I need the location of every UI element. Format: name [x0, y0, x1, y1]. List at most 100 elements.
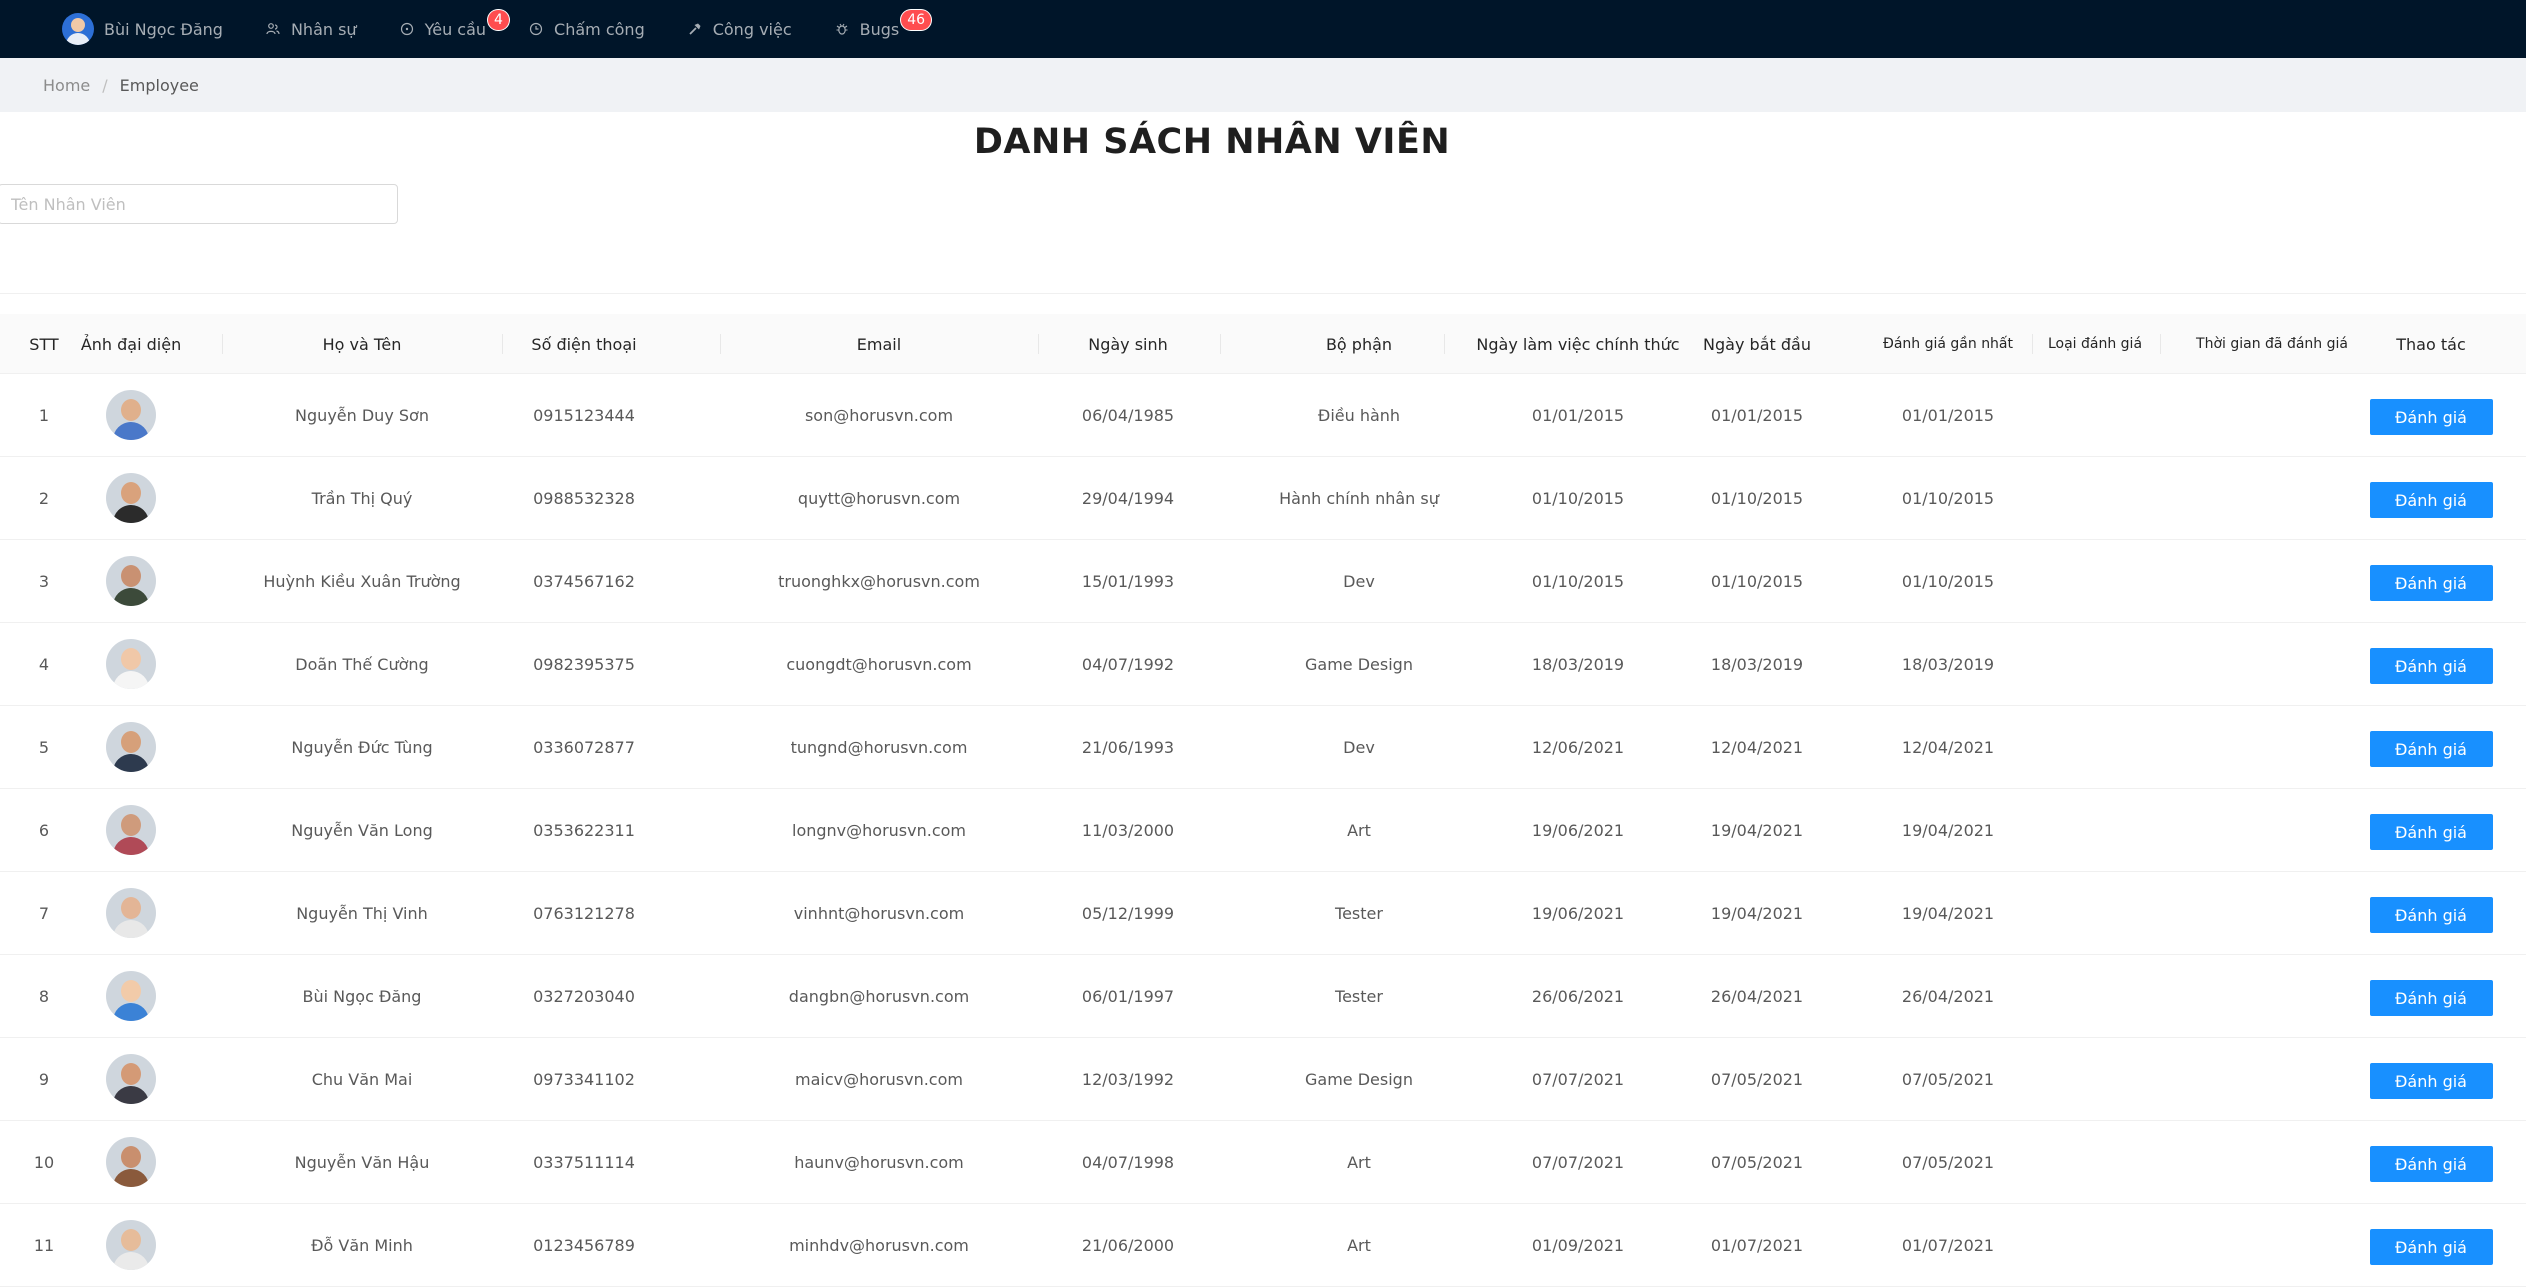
column-header-dob: Ngày sinh	[1088, 334, 1168, 354]
column-header-stt: STT	[29, 334, 59, 354]
cell-review-time	[2176, 706, 2368, 788]
cell-stt: 10	[33, 1152, 55, 1172]
cell-review-type	[2040, 872, 2150, 954]
nav-item-label: Yêu cầu	[424, 19, 487, 39]
cell-review-type	[2040, 540, 2150, 622]
avatar	[106, 473, 156, 523]
cell-dob: 11/03/2000	[1081, 820, 1175, 840]
nav-user[interactable]: Bùi Ngọc Đăng	[62, 0, 223, 58]
review-button[interactable]: Đánh giá	[2369, 731, 2493, 767]
avatar	[106, 639, 156, 689]
review-button[interactable]: Đánh giá	[2369, 399, 2493, 435]
cell-phone: 0915123444	[533, 405, 635, 425]
cell-name: Nguyễn Đức Tùng	[291, 737, 433, 757]
review-button[interactable]: Đánh giá	[2369, 814, 2493, 850]
review-button[interactable]: Đánh giá	[2369, 565, 2493, 601]
avatar	[106, 1054, 156, 1104]
cell-avatar	[88, 706, 174, 788]
cell-department: Game Design	[1305, 654, 1413, 674]
column-divider	[2032, 334, 2033, 354]
nav-item-label: Bugs	[859, 19, 900, 39]
review-button[interactable]: Đánh giá	[2369, 482, 2493, 518]
cell-stt: 7	[38, 903, 50, 923]
review-button[interactable]: Đánh giá	[2369, 648, 2493, 684]
cell-dob: 05/12/1999	[1081, 903, 1175, 923]
nav-item-nhan-su[interactable]: Nhân sự	[265, 0, 357, 58]
cell-review-time	[2176, 872, 2368, 954]
cell-dob: 15/01/1993	[1081, 571, 1175, 591]
employee-name-search-input[interactable]	[0, 184, 398, 224]
cell-avatar	[88, 1038, 174, 1120]
clock-icon	[528, 21, 544, 37]
cell-email: dangbn@horusvn.com	[788, 986, 970, 1006]
nav-user-name: Bùi Ngọc Đăng	[104, 19, 223, 39]
cell-avatar	[88, 623, 174, 705]
cell-official-date: 12/06/2021	[1531, 737, 1625, 757]
request-count-badge: 4	[488, 10, 509, 30]
cell-actions: Đánh giá	[2368, 1204, 2494, 1286]
cell-last-review: 12/04/2021	[1901, 737, 1995, 757]
cell-official-date: 19/06/2021	[1531, 903, 1625, 923]
cell-stt: 2	[38, 488, 50, 508]
cell-email: tungnd@horusvn.com	[790, 737, 968, 757]
hammer-icon	[687, 21, 703, 37]
cell-phone: 0374567162	[533, 571, 635, 591]
cell-official-date: 18/03/2019	[1531, 654, 1625, 674]
cell-phone: 0337511114	[533, 1152, 635, 1172]
cell-last-review: 26/04/2021	[1901, 986, 1995, 1006]
cell-dob: 21/06/2000	[1081, 1235, 1175, 1255]
cell-dob: 12/03/1992	[1081, 1069, 1175, 1089]
cell-department: Game Design	[1305, 1069, 1413, 1089]
cell-dob: 06/01/1997	[1081, 986, 1175, 1006]
review-button[interactable]: Đánh giá	[2369, 1146, 2493, 1182]
cell-review-time	[2176, 540, 2368, 622]
cell-start-date: 01/07/2021	[1710, 1235, 1804, 1255]
table-row: 5 Nguyễn Đức Tùng 0336072877 tungnd@horusvn…	[0, 706, 2526, 789]
divider	[0, 293, 2526, 294]
column-header-email: Email	[856, 334, 902, 354]
breadcrumb-current: Employee	[119, 75, 199, 95]
review-button[interactable]: Đánh giá	[2369, 980, 2493, 1016]
cell-name: Bùi Ngọc Đăng	[302, 986, 422, 1006]
cell-name: Đỗ Văn Minh	[311, 1235, 413, 1255]
avatar	[106, 390, 156, 440]
user-avatar	[62, 13, 94, 45]
review-button[interactable]: Đánh giá	[2369, 897, 2493, 933]
cell-review-time	[2176, 1038, 2368, 1120]
cell-phone: 0973341102	[533, 1069, 635, 1089]
cell-name: Trần Thị Quý	[311, 488, 413, 508]
cell-review-time	[2176, 1204, 2368, 1286]
nav-item-bugs[interactable]: Bugs 46	[834, 0, 932, 58]
cell-email: vinhnt@horusvn.com	[793, 903, 965, 923]
cell-official-date: 01/10/2015	[1531, 571, 1625, 591]
bugs-count-badge: 46	[901, 10, 932, 30]
breadcrumb: Home / Employee	[0, 58, 2526, 112]
cell-start-date: 26/04/2021	[1710, 986, 1804, 1006]
nav-item-label: Chấm công	[554, 19, 645, 39]
nav-item-yeu-cau[interactable]: Yêu cầu 4	[399, 0, 509, 58]
cell-email: son@horusvn.com	[804, 405, 954, 425]
cell-last-review: 01/10/2015	[1901, 571, 1995, 591]
column-header-phone: Số điện thoại	[531, 334, 637, 354]
cell-last-review: 01/07/2021	[1901, 1235, 1995, 1255]
table-row: 6 Nguyễn Văn Long 0353622311 longnv@horusvn…	[0, 789, 2526, 872]
cell-review-time	[2176, 789, 2368, 871]
cell-avatar	[88, 1121, 174, 1203]
cell-last-review: 19/04/2021	[1901, 820, 1995, 840]
cell-avatar	[88, 955, 174, 1037]
table-row: 8 Bùi Ngọc Đăng 0327203040 dangbn@horusvn.c…	[0, 955, 2526, 1038]
cell-actions: Đánh giá	[2368, 872, 2494, 954]
review-button[interactable]: Đánh giá	[2369, 1229, 2493, 1265]
cell-avatar	[88, 1204, 174, 1286]
table-row: 11 Đỗ Văn Minh 0123456789 minhdv@horusvn.co…	[0, 1204, 2526, 1287]
nav-item-cham-cong[interactable]: Chấm công	[528, 0, 645, 58]
cell-email: cuongdt@horusvn.com	[786, 654, 972, 674]
nav-item-cong-viec[interactable]: Công việc	[687, 0, 792, 58]
review-button[interactable]: Đánh giá	[2369, 1063, 2493, 1099]
cell-phone: 0988532328	[533, 488, 635, 508]
bug-icon	[834, 21, 850, 37]
cell-stt: 9	[38, 1069, 50, 1089]
cell-department: Tester	[1335, 986, 1383, 1006]
cell-start-date: 18/03/2019	[1710, 654, 1804, 674]
breadcrumb-home-link[interactable]: Home	[43, 76, 90, 95]
